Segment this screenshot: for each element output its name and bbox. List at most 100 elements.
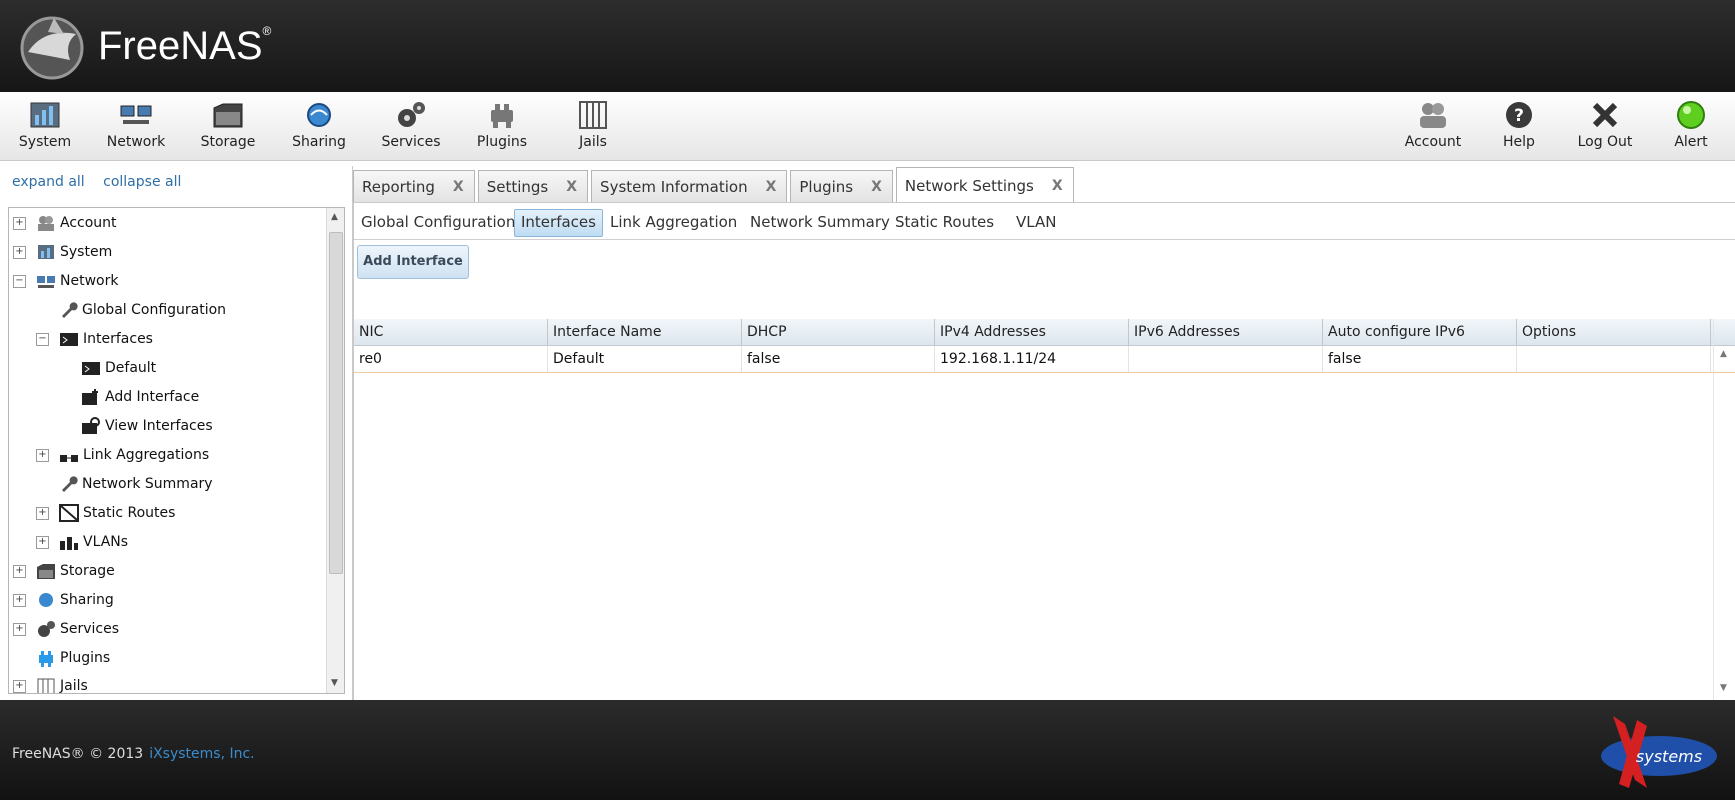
collapser-icon[interactable]: −	[36, 332, 49, 346]
expander-icon[interactable]: +	[36, 535, 49, 549]
storage-icon	[213, 103, 243, 128]
table-row[interactable]: re0 Default false 192.168.1.11/24 false	[354, 346, 1735, 373]
tree-item-global-configuration[interactable]: Global Configuration	[58, 298, 226, 322]
toolbar-logout-label: Log Out	[1577, 134, 1633, 150]
tree-item-storage[interactable]: + Storage	[13, 559, 115, 583]
subtab-interfaces[interactable]: Interfaces	[514, 209, 603, 237]
toolbar-account-button[interactable]: Account	[1388, 98, 1478, 156]
tree-item-label: Static Routes	[83, 505, 176, 521]
tab-system-information[interactable]: System Information X	[591, 170, 788, 203]
tree-item-network[interactable]: − Network	[13, 269, 118, 293]
cell-options	[1517, 346, 1711, 372]
expander-icon[interactable]: +	[13, 245, 26, 259]
tree-item-interfaces[interactable]: − Interfaces	[36, 327, 153, 351]
tree-item-services[interactable]: + Services	[13, 617, 119, 641]
logout-icon	[1592, 102, 1618, 128]
add-interface-button[interactable]: Add Interface	[357, 245, 469, 279]
tree-scroll-thumb[interactable]	[329, 232, 343, 574]
subtab-network-summary[interactable]: Network Summary	[744, 209, 896, 235]
storage-icon	[37, 564, 55, 579]
expand-all-link[interactable]: expand all	[12, 174, 85, 190]
network-icon	[37, 276, 55, 288]
close-icon[interactable]: X	[453, 179, 464, 195]
tree-item-jails[interactable]: + Jails	[13, 674, 88, 693]
tree-item-link-aggregations[interactable]: + Link Aggregations	[36, 443, 209, 467]
tree-item-plugins[interactable]: Plugins	[36, 646, 110, 670]
subtab-link-aggregation[interactable]: Link Aggregation	[604, 209, 743, 235]
tab-plugins[interactable]: Plugins X	[790, 170, 893, 203]
expander-icon[interactable]: +	[13, 679, 26, 693]
expander-icon[interactable]: +	[13, 593, 26, 607]
scroll-up-arrow-icon[interactable]: ▲	[1720, 349, 1727, 359]
grid-scrollbar[interactable]: ▲ ▼	[1713, 319, 1735, 701]
sharing-icon	[307, 103, 331, 127]
tree-item-label: Global Configuration	[82, 302, 227, 318]
tree-item-vlans[interactable]: + VLANs	[36, 530, 128, 554]
tab-network-settings[interactable]: Network Settings X	[895, 167, 1074, 203]
toolbar-sharing-label: Sharing	[292, 134, 346, 150]
toolbar-plugins-button[interactable]: Plugins	[457, 98, 547, 156]
close-icon[interactable]: X	[871, 179, 882, 195]
tree-item-network-summary[interactable]: Network Summary	[58, 472, 213, 496]
footer-bar: FreeNAS® © 2013 iXsystems, Inc. systems	[0, 700, 1735, 800]
close-icon[interactable]: X	[566, 179, 577, 195]
collapse-all-link[interactable]: collapse all	[103, 174, 181, 190]
expander-icon[interactable]: +	[36, 506, 49, 520]
tree-item-view-interfaces[interactable]: View Interfaces	[81, 414, 213, 438]
tree-item-label: Network Summary	[82, 476, 213, 492]
subtab-global-configuration[interactable]: Global Configuration	[355, 209, 521, 235]
column-header-ipv6[interactable]: IPv6 Addresses	[1129, 319, 1323, 345]
cell-ipv4: 192.168.1.11/24	[935, 346, 1129, 372]
alert-icon	[1677, 101, 1705, 129]
services-icon	[398, 102, 425, 127]
navigation-tree: + Account + System − Network Global Configu…	[8, 207, 345, 694]
subtab-vlan[interactable]: VLAN	[1010, 209, 1062, 235]
expander-icon[interactable]: +	[13, 216, 26, 230]
toolbar-network-button[interactable]: Network	[91, 98, 181, 156]
tab-label: System Information	[600, 178, 748, 196]
cell-ipv6	[1129, 346, 1323, 372]
tree-item-default[interactable]: Default	[81, 356, 156, 380]
footer-copyright: FreeNAS® © 2013 iXsystems, Inc.	[12, 746, 255, 762]
tree-item-sharing[interactable]: + Sharing	[13, 588, 114, 612]
tree-item-account[interactable]: + Account	[13, 211, 117, 235]
interfaces-grid: NIC Interface Name DHCP IPv4 Addresses I…	[354, 319, 1735, 373]
toolbar-system-button[interactable]: System	[0, 98, 90, 156]
column-header-nic[interactable]: NIC	[354, 319, 548, 345]
tree-item-add-interface[interactable]: Add Interface	[81, 385, 199, 409]
tree-item-static-routes[interactable]: + Static Routes	[36, 501, 175, 525]
ixsystems-logo: systems	[1601, 716, 1717, 788]
grid-header-row: NIC Interface Name DHCP IPv4 Addresses I…	[354, 319, 1735, 346]
collapser-icon[interactable]: −	[13, 274, 26, 288]
view-interfaces-icon	[82, 417, 100, 434]
close-icon[interactable]: X	[766, 179, 777, 195]
tab-settings[interactable]: Settings X	[477, 170, 589, 203]
column-header-interface-name[interactable]: Interface Name	[548, 319, 742, 345]
scroll-down-arrow-icon[interactable]: ▼	[331, 678, 338, 688]
toolbar-jails-button[interactable]: Jails	[548, 98, 638, 156]
toolbar-logout-button[interactable]: Log Out	[1560, 98, 1650, 156]
tab-reporting[interactable]: Reporting X	[353, 170, 475, 203]
toolbar-sharing-button[interactable]: Sharing	[274, 98, 364, 156]
tree-item-system[interactable]: + System	[13, 240, 112, 264]
column-header-options[interactable]: Options	[1517, 319, 1711, 345]
expander-icon[interactable]: +	[13, 564, 26, 578]
close-icon[interactable]: X	[1052, 178, 1063, 194]
toolbar-alert-button[interactable]: Alert	[1646, 98, 1735, 156]
expander-icon[interactable]: +	[36, 448, 49, 462]
scroll-down-arrow-icon[interactable]: ▼	[1720, 683, 1727, 693]
toolbar-storage-button[interactable]: Storage	[183, 98, 273, 156]
column-header-auto-ipv6[interactable]: Auto configure IPv6	[1323, 319, 1517, 345]
freenas-shark-icon	[20, 16, 84, 80]
toolbar-help-button[interactable]: ? Help	[1474, 98, 1564, 156]
scroll-up-arrow-icon[interactable]: ▲	[331, 212, 338, 222]
tree-scrollbar[interactable]: ▲ ▼	[326, 208, 344, 693]
tree-controls: expand all collapse all	[12, 174, 195, 190]
company-link[interactable]: iXsystems, Inc.	[149, 746, 254, 762]
subtab-static-routes[interactable]: Static Routes	[889, 209, 1000, 235]
toolbar-system-label: System	[18, 134, 72, 150]
expander-icon[interactable]: +	[13, 622, 26, 636]
toolbar-services-button[interactable]: Services	[366, 98, 456, 156]
column-header-dhcp[interactable]: DHCP	[742, 319, 935, 345]
column-header-ipv4[interactable]: IPv4 Addresses	[935, 319, 1129, 345]
